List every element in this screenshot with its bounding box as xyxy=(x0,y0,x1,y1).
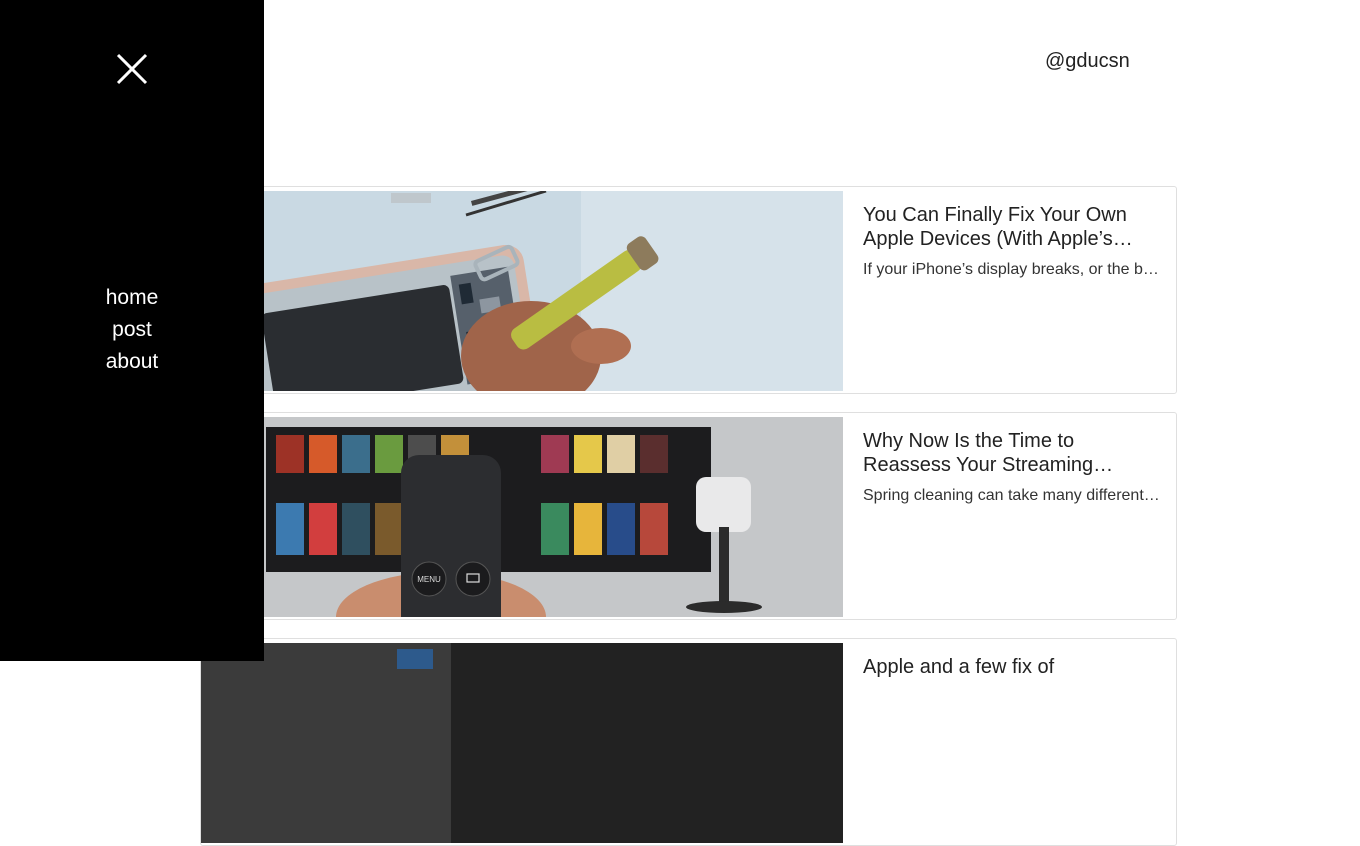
post-thumbnail[interactable] xyxy=(201,643,843,843)
svg-text:MENU: MENU xyxy=(417,575,441,584)
post-card[interactable]: Apple and a few fix of xyxy=(200,638,1177,846)
nav-link-home[interactable]: home xyxy=(0,282,264,314)
post-thumbnail-tv-remote[interactable]: MENU xyxy=(201,417,843,617)
post-title[interactable]: Why Now Is the Time to Reassess Your Str… xyxy=(863,429,1161,477)
sidebar-nav: home post about xyxy=(0,282,264,378)
post-excerpt: Spring cleaning can take many different … xyxy=(863,487,1161,504)
nav-link-post[interactable]: post xyxy=(0,314,264,346)
post-card[interactable]: You Can Finally Fix Your Own Apple Devic… xyxy=(200,186,1177,394)
nav-link-about[interactable]: about xyxy=(0,346,264,378)
twitter-handle-link[interactable]: @gducsn xyxy=(1045,50,1130,73)
sidebar-menu: home post about xyxy=(0,0,264,661)
close-icon[interactable] xyxy=(114,51,150,87)
post-card[interactable]: MENU Why Now Is the Time to Reassess You… xyxy=(200,412,1177,620)
post-excerpt: If your iPhone’s display breaks, or the … xyxy=(863,261,1161,278)
post-title[interactable]: You Can Finally Fix Your Own Apple Devic… xyxy=(863,203,1161,251)
post-title[interactable]: Apple and a few fix of xyxy=(863,655,1161,679)
post-thumbnail-iphone-repair[interactable] xyxy=(201,191,843,391)
